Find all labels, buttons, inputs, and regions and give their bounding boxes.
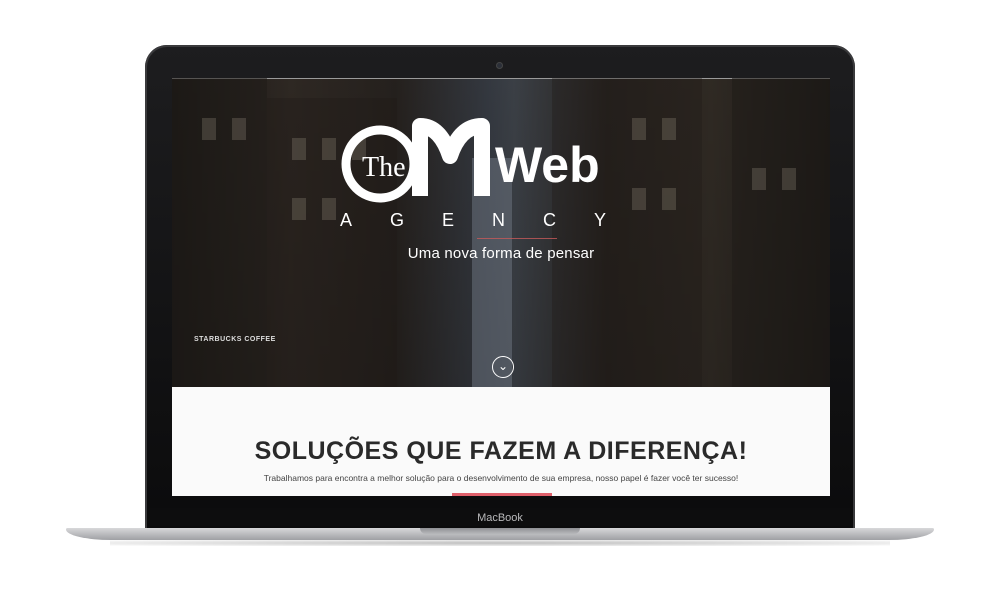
section-description: Trabalhamos para encontra a melhor soluç… [263, 473, 739, 483]
logo-the-text: The [362, 152, 406, 183]
laptop-screen: STARBUCKS COFFEE The Web AGENCY Uma nova… [172, 78, 830, 496]
chevron-down-icon: ⌄ [497, 359, 509, 373]
webcam [496, 62, 503, 69]
hero-tagline: Uma nova forma de pensar [407, 245, 595, 262]
scroll-down-button[interactable]: ⌄ [492, 356, 514, 378]
logo-mark: The Web AGENCY [340, 118, 644, 230]
logo-web-text: Web [495, 137, 600, 193]
building-right-2 [732, 78, 830, 387]
storefront-sign: STARBUCKS COFFEE [194, 336, 276, 343]
device-brand-label: MacBook [477, 512, 523, 524]
logo-agency-text: AGENCY [340, 210, 644, 230]
hero-banner: STARBUCKS COFFEE The Web AGENCY Uma nova… [172, 78, 830, 387]
laptop-notch [420, 528, 580, 534]
tagline-divider [477, 238, 557, 239]
agency-logo[interactable]: The Web AGENCY [340, 116, 670, 236]
section-accent-bar [452, 493, 552, 496]
section-title: SOLUÇÕES QUE FAZEM A DIFERENÇA! [254, 437, 748, 465]
laptop-shadow [110, 540, 890, 546]
solutions-section: SOLUÇÕES QUE FAZEM A DIFERENÇA! Trabalha… [172, 387, 830, 496]
